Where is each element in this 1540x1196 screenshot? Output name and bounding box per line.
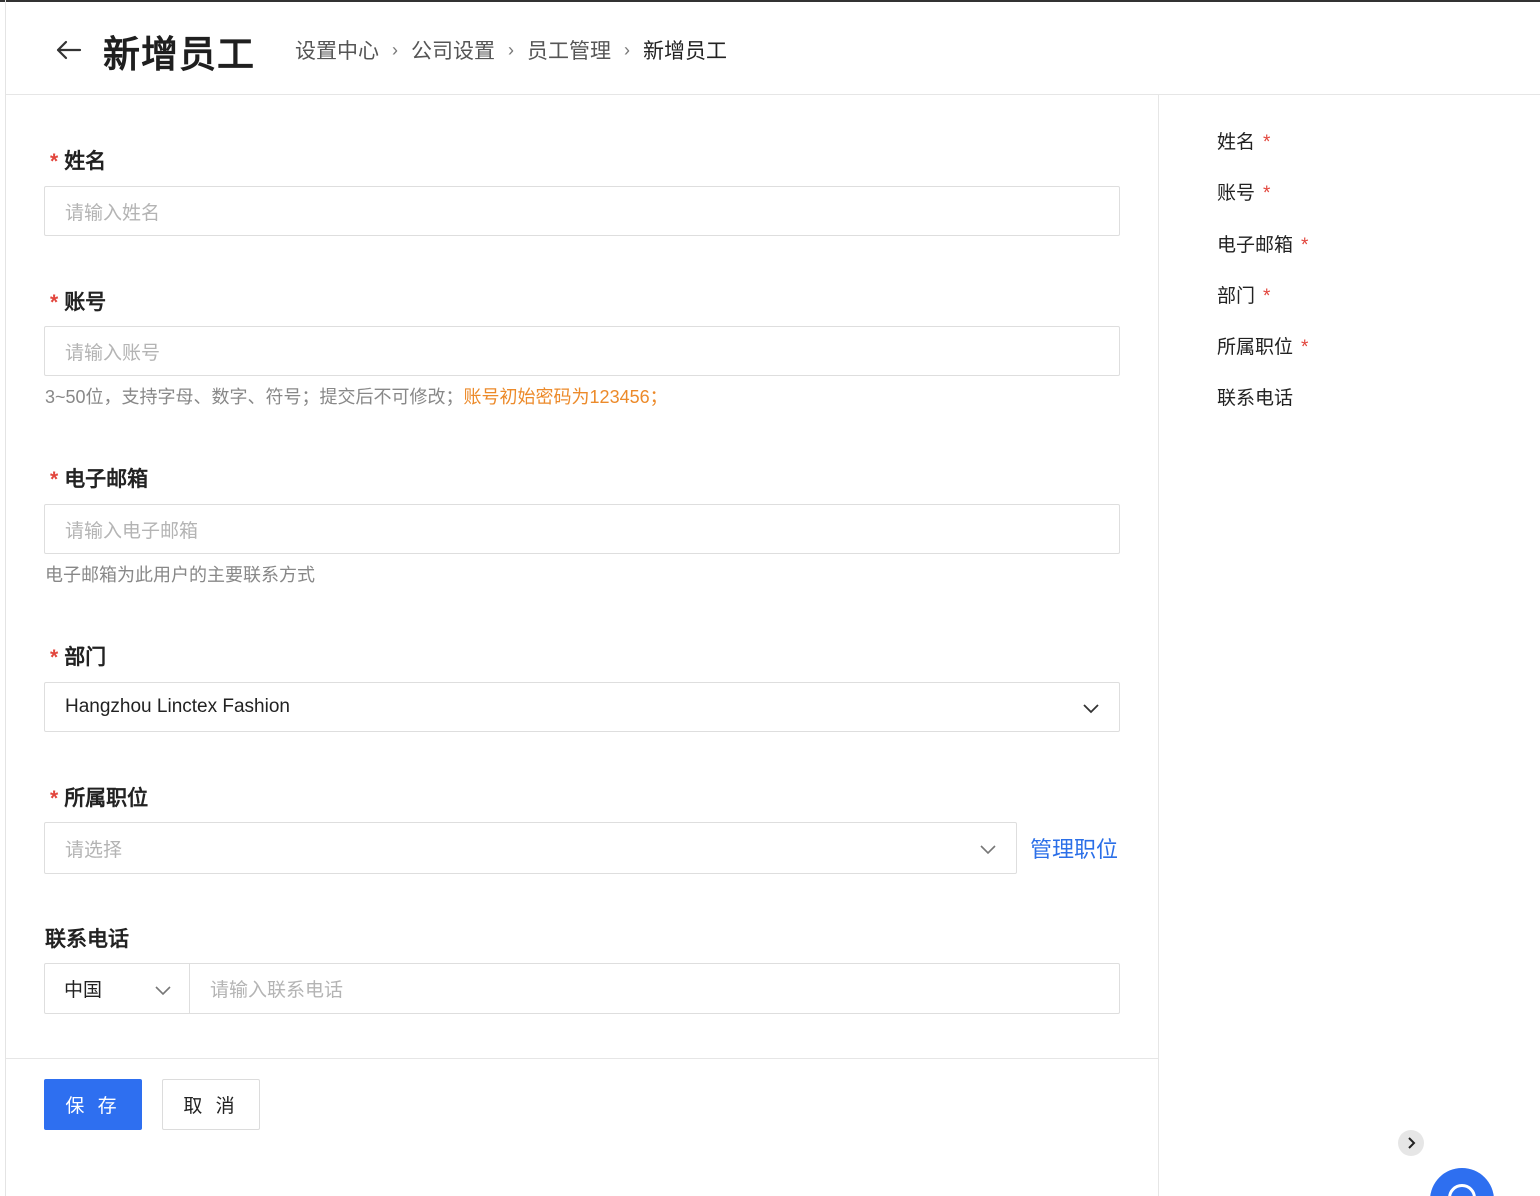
anchor-item-phone[interactable]: 联系电话 [1217, 383, 1301, 410]
chevron-down-icon [155, 986, 171, 996]
chevron-down-icon [980, 845, 996, 855]
position-placeholder: 请选择 [65, 839, 123, 861]
breadcrumb-item-employee-management[interactable]: 员工管理 [527, 35, 611, 65]
save-button[interactable]: 保 存 [44, 1079, 142, 1130]
breadcrumb-chevron-icon: › [508, 39, 514, 60]
content-divider [1158, 95, 1159, 1196]
anchor-item-email[interactable]: 电子邮箱 * [1217, 230, 1308, 257]
anchor-item-name[interactable]: 姓名 * [1217, 127, 1270, 154]
footer-divider [6, 1058, 1158, 1059]
name-placeholder: 请输入姓名 [65, 202, 161, 224]
required-mark: * [50, 646, 59, 669]
manage-positions-link[interactable]: 管理职位 [1030, 832, 1118, 864]
department-label: * 部门 [50, 646, 107, 669]
phone-placeholder: 请输入联系电话 [210, 980, 344, 1001]
page-header: 新增员工 设置中心 › 公司设置 › 员工管理 › 新增员工 [6, 2, 1540, 95]
country-code-select[interactable]: 中国 [45, 964, 190, 1013]
breadcrumb-item-current: 新增员工 [643, 40, 727, 63]
phone-field: 中国 请输入联系电话 [44, 963, 1120, 1014]
back-arrow-icon[interactable] [50, 32, 86, 68]
anchor-item-account[interactable]: 账号 * [1217, 178, 1270, 205]
account-input[interactable]: 请输入账号 [44, 326, 1120, 376]
account-label: * 账号 [50, 291, 107, 314]
breadcrumb-chevron-icon: › [392, 39, 398, 60]
account-hint: 3~50位，支持字母、数字、符号；提交后不可修改；账号初始密码为123456； [45, 387, 668, 407]
page-title: 新增员工 [103, 34, 255, 75]
breadcrumb-chevron-icon: › [624, 39, 630, 60]
department-select[interactable]: Hangzhou Linctex Fashion [44, 682, 1120, 732]
required-mark: * [50, 150, 59, 173]
email-hint: 电子邮箱为此用户的主要联系方式 [45, 565, 315, 585]
required-mark: * [50, 291, 59, 314]
anchor-item-department[interactable]: 部门 * [1217, 281, 1270, 308]
phone-label: 联系电话 [45, 928, 129, 951]
position-label: * 所属职位 [50, 787, 149, 810]
breadcrumb-item-settings-center[interactable]: 设置中心 [295, 35, 379, 65]
required-mark: * [50, 468, 59, 491]
left-border [5, 0, 6, 1196]
required-mark: * [50, 787, 59, 810]
email-label: * 电子邮箱 [50, 468, 149, 491]
email-input[interactable]: 请输入电子邮箱 [44, 504, 1120, 554]
chevron-right-icon[interactable] [1398, 1130, 1424, 1156]
cancel-button[interactable]: 取 消 [162, 1079, 260, 1130]
chevron-down-icon [1083, 704, 1099, 714]
account-password-hint: 账号初始密码为123456； [463, 387, 668, 407]
account-placeholder: 请输入账号 [65, 342, 161, 364]
help-chat-icon[interactable] [1430, 1168, 1494, 1196]
country-value: 中国 [64, 980, 103, 1001]
email-placeholder: 请输入电子邮箱 [65, 520, 199, 542]
breadcrumb: 设置中心 › 公司设置 › 员工管理 › 新增员工 [295, 35, 727, 65]
name-label: * 姓名 [50, 150, 107, 173]
department-value: Hangzhou Linctex Fashion [65, 696, 290, 717]
breadcrumb-item-company-settings[interactable]: 公司设置 [411, 35, 495, 65]
phone-input[interactable]: 请输入联系电话 [190, 964, 1119, 1013]
position-select[interactable]: 请选择 [44, 822, 1017, 874]
anchor-item-position[interactable]: 所属职位 * [1217, 332, 1308, 359]
name-input[interactable]: 请输入姓名 [44, 186, 1120, 236]
